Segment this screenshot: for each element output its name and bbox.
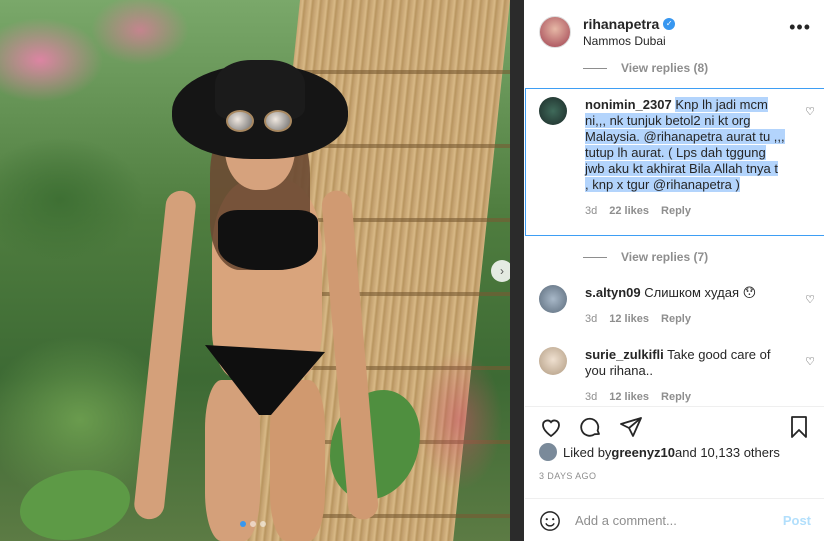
carousel-dots: [240, 521, 266, 527]
list-item: surie_zulkifli Take good care of you rih…: [539, 347, 815, 403]
emoji-icon[interactable]: [539, 510, 561, 532]
liked-by-user[interactable]: greenyz10: [611, 445, 675, 460]
verified-icon: ✓: [663, 17, 676, 30]
view-replies-button[interactable]: View replies (7): [525, 250, 708, 264]
list-item: nonimin_2307 Knp lh jadi mcm ni,,, nk tu…: [539, 97, 815, 217]
comment-input[interactable]: [575, 513, 775, 528]
liked-by: Liked by greenyz10 and 10,133 others: [539, 443, 780, 461]
comment-text: surie_zulkifli Take good care of you rih…: [585, 347, 785, 379]
comment-meta: 3d 12 likes Reply: [585, 391, 785, 403]
post-header: rihanapetra ✓ Nammos Dubai •••: [525, 0, 824, 63]
comment-likes[interactable]: 12 likes: [609, 313, 649, 325]
post-button[interactable]: Post: [783, 513, 811, 528]
avatar[interactable]: [539, 97, 567, 125]
post-date[interactable]: 3 DAYS AGO: [539, 471, 596, 481]
heart-icon[interactable]: [539, 415, 563, 439]
comment-username[interactable]: surie_zulkifli: [585, 347, 664, 362]
post-sidebar: rihanapetra ✓ Nammos Dubai ••• View repl…: [510, 0, 824, 541]
post-photo[interactable]: [0, 0, 510, 541]
comment-time[interactable]: 3d: [585, 313, 597, 325]
avatar[interactable]: [539, 443, 557, 461]
carousel-dot: [240, 521, 246, 527]
heart-icon[interactable]: ♡: [805, 293, 815, 306]
bookmark-icon[interactable]: [787, 415, 811, 439]
comment-likes[interactable]: 12 likes: [609, 391, 649, 403]
carousel-dot: [250, 521, 256, 527]
comment-likes[interactable]: 22 likes: [609, 205, 649, 217]
reply-button[interactable]: Reply: [661, 391, 691, 403]
heart-icon[interactable]: ♡: [805, 105, 815, 118]
liked-by-prefix: Liked by: [563, 444, 612, 460]
more-horizontal-icon[interactable]: •••: [789, 18, 811, 36]
comment-text: nonimin_2307 Knp lh jadi mcm ni,,, nk tu…: [585, 97, 785, 193]
share-icon[interactable]: [619, 415, 643, 439]
comment-username[interactable]: nonimin_2307: [585, 97, 672, 112]
comment-body: Слишком худая 😯: [644, 285, 757, 300]
panel-divider: [510, 0, 524, 541]
add-comment-bar: Post: [525, 498, 824, 541]
comment-meta: 3d 12 likes Reply: [585, 313, 785, 325]
person-figure: [132, 60, 380, 541]
list-item: s.altyn09 Слишком худая 😯 3d 12 likes Re…: [539, 285, 815, 325]
view-replies-button[interactable]: View replies (8): [525, 63, 708, 75]
heart-icon[interactable]: ♡: [805, 355, 815, 368]
post-actions: Liked by greenyz10 and 10,133 others 3 D…: [525, 406, 824, 541]
liked-by-count[interactable]: and 10,133 others: [675, 445, 780, 460]
comments-list: View replies (8) nonimin_2307 Knp lh jad…: [525, 63, 824, 403]
avatar[interactable]: [539, 15, 571, 48]
avatar[interactable]: [539, 347, 567, 375]
comment-time[interactable]: 3d: [585, 391, 597, 403]
post-location[interactable]: Nammos Dubai: [583, 34, 675, 48]
comment-username[interactable]: s.altyn09: [585, 285, 641, 300]
carousel-dot: [260, 521, 266, 527]
avatar[interactable]: [539, 285, 567, 313]
comment-icon[interactable]: [579, 415, 603, 439]
post-username[interactable]: rihanapetra: [583, 16, 659, 32]
comment-time[interactable]: 3d: [585, 205, 597, 217]
reply-button[interactable]: Reply: [661, 205, 691, 217]
reply-button[interactable]: Reply: [661, 313, 691, 325]
comment-text: s.altyn09 Слишком худая 😯: [585, 285, 785, 301]
comment-meta: 3d 22 likes Reply: [585, 205, 785, 217]
